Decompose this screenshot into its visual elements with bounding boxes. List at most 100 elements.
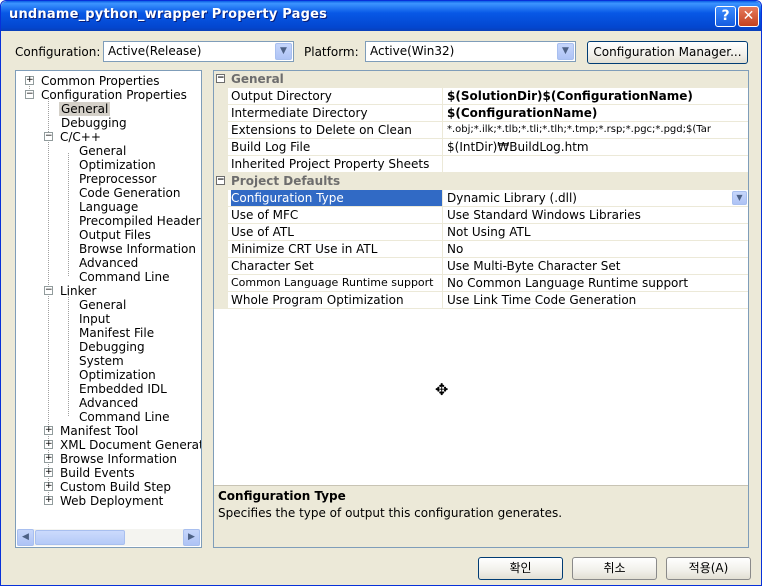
collapse-icon[interactable]: − (25, 90, 34, 99)
platform-label: Platform: (304, 45, 359, 59)
title-bar[interactable]: undname_python_wrapper Property Pages ? … (1, 1, 761, 31)
tree-item-cpp-advanced[interactable]: Advanced (79, 256, 138, 270)
collapse-icon[interactable]: − (216, 176, 225, 185)
tree-item-linker-advanced[interactable]: Advanced (79, 396, 138, 410)
property-row[interactable]: Common Language Runtime support No Commo… (214, 275, 748, 292)
property-row[interactable]: Use of ATL Not Using ATL (214, 224, 748, 241)
scroll-right-icon[interactable]: ▶ (183, 529, 200, 546)
chevron-down-icon[interactable]: ▼ (557, 43, 574, 60)
tree-item-label: Code Generation (79, 186, 181, 200)
expand-icon[interactable]: + (44, 454, 53, 463)
property-row-selected[interactable]: Configuration Type Dynamic Library (.dll… (214, 190, 748, 207)
tree-item-label: Debugging (61, 116, 127, 130)
property-row[interactable]: Character Set Use Multi-Byte Character S… (214, 258, 748, 275)
collapse-icon[interactable]: − (216, 74, 225, 83)
tree-item-preprocessor[interactable]: Preprocessor (79, 172, 156, 186)
property-row[interactable]: Extensions to Delete on Clean *.obj;*.il… (214, 122, 748, 139)
collapse-icon[interactable]: − (44, 286, 53, 295)
property-name: Use of MFC (231, 207, 443, 223)
tree-item-manifest-file[interactable]: Manifest File (79, 326, 154, 340)
tree-item-label: Build Events (60, 466, 135, 480)
property-row[interactable]: Build Log File $(IntDir)₩BuildLog.htm (214, 139, 748, 156)
expand-icon[interactable]: + (44, 440, 53, 449)
chevron-down-icon[interactable]: ▼ (275, 43, 292, 60)
row-gutter (214, 105, 228, 122)
property-name: Inherited Project Property Sheets (231, 156, 443, 172)
tree-item-code-generation[interactable]: Code Generation (79, 186, 180, 200)
description-title: Configuration Type (218, 489, 346, 503)
category-general[interactable]: − General (214, 71, 748, 88)
tree-item-output-files[interactable]: Output Files (79, 228, 151, 242)
tree-item-cpp-command-line[interactable]: Command Line (79, 270, 170, 284)
tree-item-label: General (79, 298, 127, 312)
row-gutter (214, 207, 228, 224)
expand-icon[interactable]: + (44, 482, 53, 491)
platform-dropdown[interactable]: Active(Win32) ▼ (365, 41, 576, 62)
tree-item-linker-debugging[interactable]: Debugging (79, 340, 145, 354)
tree-item-language[interactable]: Language (79, 200, 138, 214)
property-name: Use of ATL (231, 224, 443, 240)
property-value[interactable]: No Common Language Runtime support (447, 275, 747, 291)
property-value[interactable]: $(ConfigurationName) (447, 105, 747, 121)
expand-icon[interactable]: + (25, 76, 34, 85)
property-value[interactable]: Dynamic Library (.dll) (447, 190, 747, 206)
row-gutter (214, 122, 228, 139)
row-gutter (214, 275, 228, 292)
category-project-defaults[interactable]: − Project Defaults (214, 173, 748, 190)
configuration-manager-button[interactable]: Configuration Manager... (587, 41, 748, 64)
tree-item-label: Input (79, 312, 111, 326)
tree-item-cpp-optimization[interactable]: Optimization (79, 158, 156, 172)
property-row[interactable]: Minimize CRT Use in ATL No (214, 241, 748, 258)
tree-item-system[interactable]: System (79, 354, 124, 368)
property-value[interactable]: Use Link Time Code Generation (447, 292, 747, 308)
property-value[interactable]: $(SolutionDir)$(ConfigurationName) (447, 88, 747, 104)
tree-item-input[interactable]: Input (79, 312, 110, 326)
tree-item-browse-information[interactable]: Browse Information (79, 242, 196, 256)
property-row[interactable]: Intermediate Directory $(ConfigurationNa… (214, 105, 748, 122)
property-name: Extensions to Delete on Clean (231, 122, 443, 138)
tree-item-linker-general[interactable]: General (79, 298, 126, 312)
property-row[interactable]: Use of MFC Use Standard Windows Librarie… (214, 207, 748, 224)
scrollbar-thumb[interactable] (35, 530, 125, 545)
expand-icon[interactable]: + (44, 426, 53, 435)
tree-item-label: Command Line (79, 270, 170, 284)
expand-icon[interactable]: + (44, 496, 53, 505)
configuration-dropdown[interactable]: Active(Release) ▼ (103, 41, 294, 62)
property-grid[interactable]: − General Output Directory $(SolutionDir… (213, 70, 749, 548)
apply-button[interactable]: 적용(A) (666, 557, 751, 580)
row-gutter (214, 224, 228, 241)
row-gutter (214, 292, 228, 309)
tree-item-label: Browse Information (79, 242, 196, 256)
property-row[interactable]: Inherited Project Property Sheets (214, 156, 748, 173)
property-value[interactable]: Use Standard Windows Libraries (447, 207, 747, 223)
tree-item-label: Language (79, 200, 139, 214)
help-button[interactable]: ? (715, 6, 736, 27)
property-value[interactable]: *.obj;*.ilk;*.tlb;*.tli;*.tlh;*.tmp;*.rs… (447, 122, 747, 138)
tree-item-general[interactable]: General (59, 102, 111, 116)
tree-item-linker-optimization[interactable]: Optimization (79, 368, 156, 382)
close-button[interactable]: ✕ (738, 6, 759, 27)
ok-button[interactable]: 확인 (478, 557, 563, 580)
property-value[interactable]: Not Using ATL (447, 224, 747, 240)
property-row[interactable]: Whole Program Optimization Use Link Time… (214, 292, 748, 309)
scroll-left-icon[interactable]: ◀ (17, 529, 34, 546)
tree-item-label: Linker (60, 284, 97, 298)
tree-item-embedded-idl[interactable]: Embedded IDL (79, 382, 167, 396)
property-value[interactable]: $(IntDir)₩BuildLog.htm (447, 139, 747, 155)
property-name: Character Set (231, 258, 443, 274)
expand-icon[interactable]: + (44, 468, 53, 477)
tree-item-precompiled-headers[interactable]: Precompiled Headers (79, 214, 201, 228)
collapse-icon[interactable]: − (44, 132, 53, 141)
move-cursor-icon: ✥ (435, 380, 449, 399)
property-value[interactable]: No (447, 241, 747, 257)
chevron-down-icon[interactable]: ▼ (732, 191, 747, 205)
tree-item-cpp-general[interactable]: General (79, 144, 126, 158)
tree-item-debugging[interactable]: Debugging (61, 116, 127, 130)
property-value[interactable]: Use Multi-Byte Character Set (447, 258, 747, 274)
property-tree[interactable]: + Common Properties − Configuration Prop… (15, 70, 202, 548)
horizontal-scrollbar[interactable]: ◀ ▶ (17, 529, 200, 546)
property-row[interactable]: Output Directory $(SolutionDir)$(Configu… (214, 88, 748, 105)
tree-item-label: Browse Information (60, 452, 177, 466)
tree-item-linker-command-line[interactable]: Command Line (79, 410, 170, 424)
cancel-button[interactable]: 취소 (572, 557, 657, 580)
